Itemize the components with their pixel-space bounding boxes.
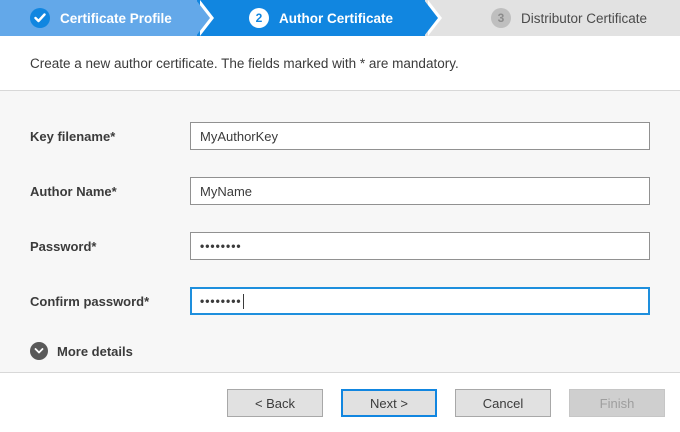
wizard-button-bar: < Back Next > Cancel Finish [0, 373, 680, 417]
key-filename-row: Key filename* MyAuthorKey [30, 122, 650, 150]
password-input[interactable]: •••••••• [190, 232, 650, 260]
text-cursor [243, 294, 244, 309]
finish-button: Finish [569, 389, 665, 417]
check-icon [30, 8, 50, 28]
password-value: •••••••• [200, 239, 242, 253]
step-author-certificate[interactable]: 2 Author Certificate [197, 0, 425, 36]
author-name-input[interactable]: MyName [190, 177, 650, 205]
confirm-password-input[interactable]: •••••••• [190, 287, 650, 315]
key-filename-input[interactable]: MyAuthorKey [190, 122, 650, 150]
author-name-value: MyName [200, 184, 252, 199]
step-label: Distributor Certificate [521, 11, 647, 26]
key-filename-label: Key filename* [30, 129, 190, 144]
author-name-row: Author Name* MyName [30, 177, 650, 205]
more-details-label: More details [57, 344, 133, 359]
password-label: Password* [30, 239, 190, 254]
confirm-password-value: •••••••• [200, 294, 242, 308]
step-distributor-certificate[interactable]: 3 Distributor Certificate [425, 0, 680, 36]
more-details-toggle[interactable]: More details [30, 342, 650, 360]
step-certificate-profile[interactable]: Certificate Profile [0, 0, 197, 36]
confirm-password-label: Confirm password* [30, 294, 190, 309]
confirm-password-row: Confirm password* •••••••• [30, 287, 650, 315]
password-row: Password* •••••••• [30, 232, 650, 260]
key-filename-value: MyAuthorKey [200, 129, 278, 144]
instruction-text: Create a new author certificate. The fie… [0, 36, 680, 91]
next-button[interactable]: Next > [341, 389, 437, 417]
step-label: Author Certificate [279, 11, 393, 26]
author-certificate-form: Key filename* MyAuthorKey Author Name* M… [0, 91, 680, 373]
cancel-button[interactable]: Cancel [455, 389, 551, 417]
back-button[interactable]: < Back [227, 389, 323, 417]
wizard-stepper: Certificate Profile 2 Author Certificate… [0, 0, 680, 36]
step-label: Certificate Profile [60, 11, 172, 26]
step-number-badge: 3 [491, 8, 511, 28]
chevron-down-icon [30, 342, 48, 360]
step-number-badge: 2 [249, 8, 269, 28]
author-name-label: Author Name* [30, 184, 190, 199]
